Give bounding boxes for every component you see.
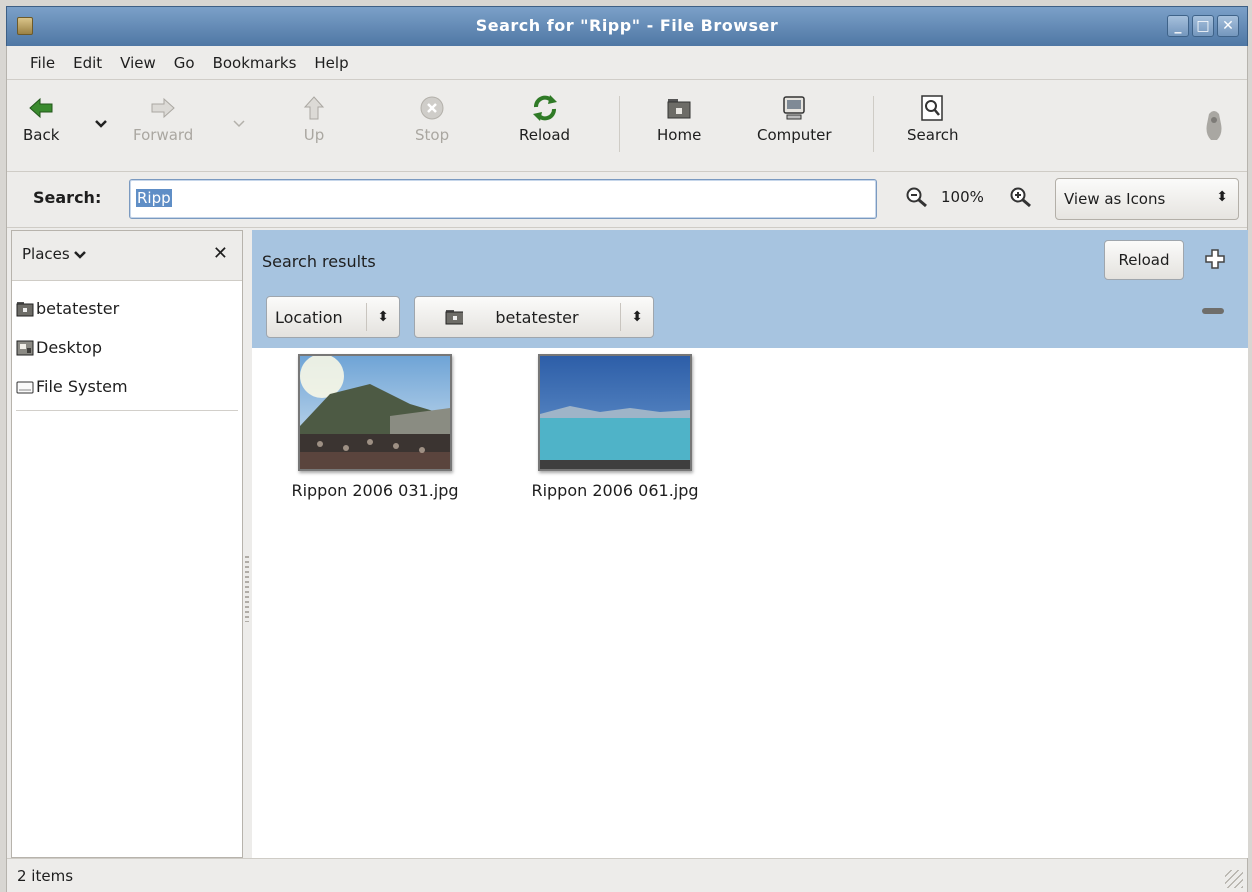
toolbar-separator [619, 96, 620, 152]
home-button[interactable]: Home [657, 90, 701, 144]
up-arrow-icon [303, 90, 325, 126]
image-thumbnail [538, 354, 692, 471]
window-frame: File Edit View Go Bookmarks Help Back Fo… [6, 46, 1248, 892]
search-field-label: Search: [33, 188, 102, 207]
criterion-type-select[interactable]: Location ⬍ [266, 296, 400, 338]
search-input[interactable]: Ripp [129, 179, 877, 219]
stop-icon [419, 90, 445, 126]
remove-criterion-icon[interactable] [1202, 308, 1224, 314]
menu-file[interactable]: File [21, 54, 64, 72]
item-count-status: 2 items [17, 867, 74, 885]
file-name: Rippon 2006 031.jpg [291, 481, 459, 500]
sidebar-item-label: Desktop [36, 338, 102, 357]
search-results-title: Search results [262, 252, 376, 271]
sidebar-item-desktop[interactable]: Desktop [12, 328, 242, 367]
reload-icon [530, 90, 560, 126]
search-reload-button[interactable]: Reload [1104, 240, 1184, 280]
menu-bar: File Edit View Go Bookmarks Help [7, 46, 1247, 80]
up-label: Up [303, 126, 325, 144]
updown-arrow-icon: ⬍ [377, 309, 389, 325]
add-criterion-icon[interactable] [1204, 248, 1226, 275]
sidebar-item-label: betatester [36, 299, 120, 318]
pane-resize-handle[interactable] [245, 556, 249, 622]
sidebar-item-file-system[interactable]: File System [12, 367, 242, 406]
window-controls: _ □ ✕ [1167, 15, 1239, 37]
window-resize-grip-icon[interactable] [1225, 870, 1243, 888]
side-pane: Places ✕ betatester Desktop File System [11, 230, 243, 858]
places-label: Places [22, 245, 70, 263]
back-arrow-icon [28, 90, 54, 126]
status-bar: 2 items [7, 858, 1247, 892]
main-view: Search results Reload Location ⬍ betates… [252, 230, 1248, 858]
home-folder-icon [16, 301, 34, 316]
chevron-down-icon [74, 251, 87, 259]
forward-button[interactable]: Forward [133, 90, 193, 144]
forward-label: Forward [133, 126, 194, 144]
search-input-value: Ripp [136, 189, 172, 207]
computer-button[interactable]: Computer [757, 90, 832, 144]
search-label: Search [907, 126, 959, 144]
file-item[interactable]: Rippon 2006 061.jpg [510, 354, 720, 500]
search-criteria-panel: Search results Reload Location ⬍ betates… [252, 230, 1248, 348]
toolbar-separator [873, 96, 874, 152]
close-side-pane-icon[interactable]: ✕ [213, 243, 228, 264]
zoom-in-icon[interactable] [1009, 186, 1033, 212]
zoom-out-icon[interactable] [905, 186, 929, 212]
file-name: Rippon 2006 061.jpg [531, 481, 699, 500]
stop-label: Stop [415, 126, 450, 144]
back-label: Back [23, 126, 60, 144]
up-button[interactable]: Up [303, 90, 325, 144]
view-mode-select[interactable]: View as Icons ⬍ [1055, 178, 1239, 220]
view-mode-value: View as Icons [1064, 190, 1166, 208]
home-label: Home [657, 126, 702, 144]
home-folder-icon [445, 310, 464, 325]
menu-go[interactable]: Go [165, 54, 204, 72]
home-folder-icon [666, 90, 692, 126]
search-bar: Search: Ripp 100% View as Icons ⬍ [7, 172, 1247, 228]
forward-arrow-icon [150, 90, 176, 126]
computer-icon [781, 90, 807, 126]
close-window-button[interactable]: ✕ [1217, 15, 1239, 37]
chevron-down-icon [95, 120, 107, 128]
menu-view[interactable]: View [111, 54, 165, 72]
search-button[interactable]: Search [907, 90, 959, 144]
minimize-button[interactable]: _ [1167, 15, 1189, 37]
menu-edit[interactable]: Edit [64, 54, 111, 72]
maximize-button[interactable]: □ [1192, 15, 1214, 37]
back-history-dropdown[interactable] [95, 116, 107, 132]
sidebar-item-label: File System [36, 377, 128, 396]
places-divider [16, 410, 238, 411]
drive-icon [16, 381, 34, 393]
criterion-type-value: Location [275, 307, 343, 327]
computer-label: Computer [757, 126, 832, 144]
side-pane-header: Places ✕ [12, 231, 242, 281]
toolbar: Back Forward Up Stop Reload Home Compute… [7, 80, 1247, 172]
desktop-icon [16, 340, 34, 355]
forward-history-dropdown[interactable] [233, 116, 245, 132]
zoom-level[interactable]: 100% [941, 188, 984, 206]
search-icon [920, 90, 946, 126]
menu-bookmarks[interactable]: Bookmarks [204, 54, 306, 72]
updown-arrow-icon: ⬍ [631, 309, 643, 325]
title-bar[interactable]: Search for "Ripp" - File Browser _ □ ✕ [6, 6, 1248, 46]
location-value: betatester [495, 307, 579, 327]
throbber-logo-icon [1201, 108, 1227, 148]
back-button[interactable]: Back [23, 90, 59, 144]
file-item[interactable]: Rippon 2006 031.jpg [270, 354, 480, 500]
window-title: Search for "Ripp" - File Browser [475, 16, 779, 35]
chevron-down-icon [233, 120, 245, 128]
places-list: betatester Desktop File System [12, 281, 242, 411]
sidebar-item-betatester[interactable]: betatester [12, 289, 242, 328]
reload-label: Reload [519, 126, 571, 144]
updown-arrow-icon: ⬍ [1216, 189, 1228, 205]
menu-help[interactable]: Help [305, 54, 357, 72]
places-dropdown[interactable]: Places [22, 245, 87, 263]
reload-button[interactable]: Reload [519, 90, 570, 144]
stop-button[interactable]: Stop [415, 90, 449, 144]
image-thumbnail [298, 354, 452, 471]
location-select[interactable]: betatester ⬍ [414, 296, 654, 338]
